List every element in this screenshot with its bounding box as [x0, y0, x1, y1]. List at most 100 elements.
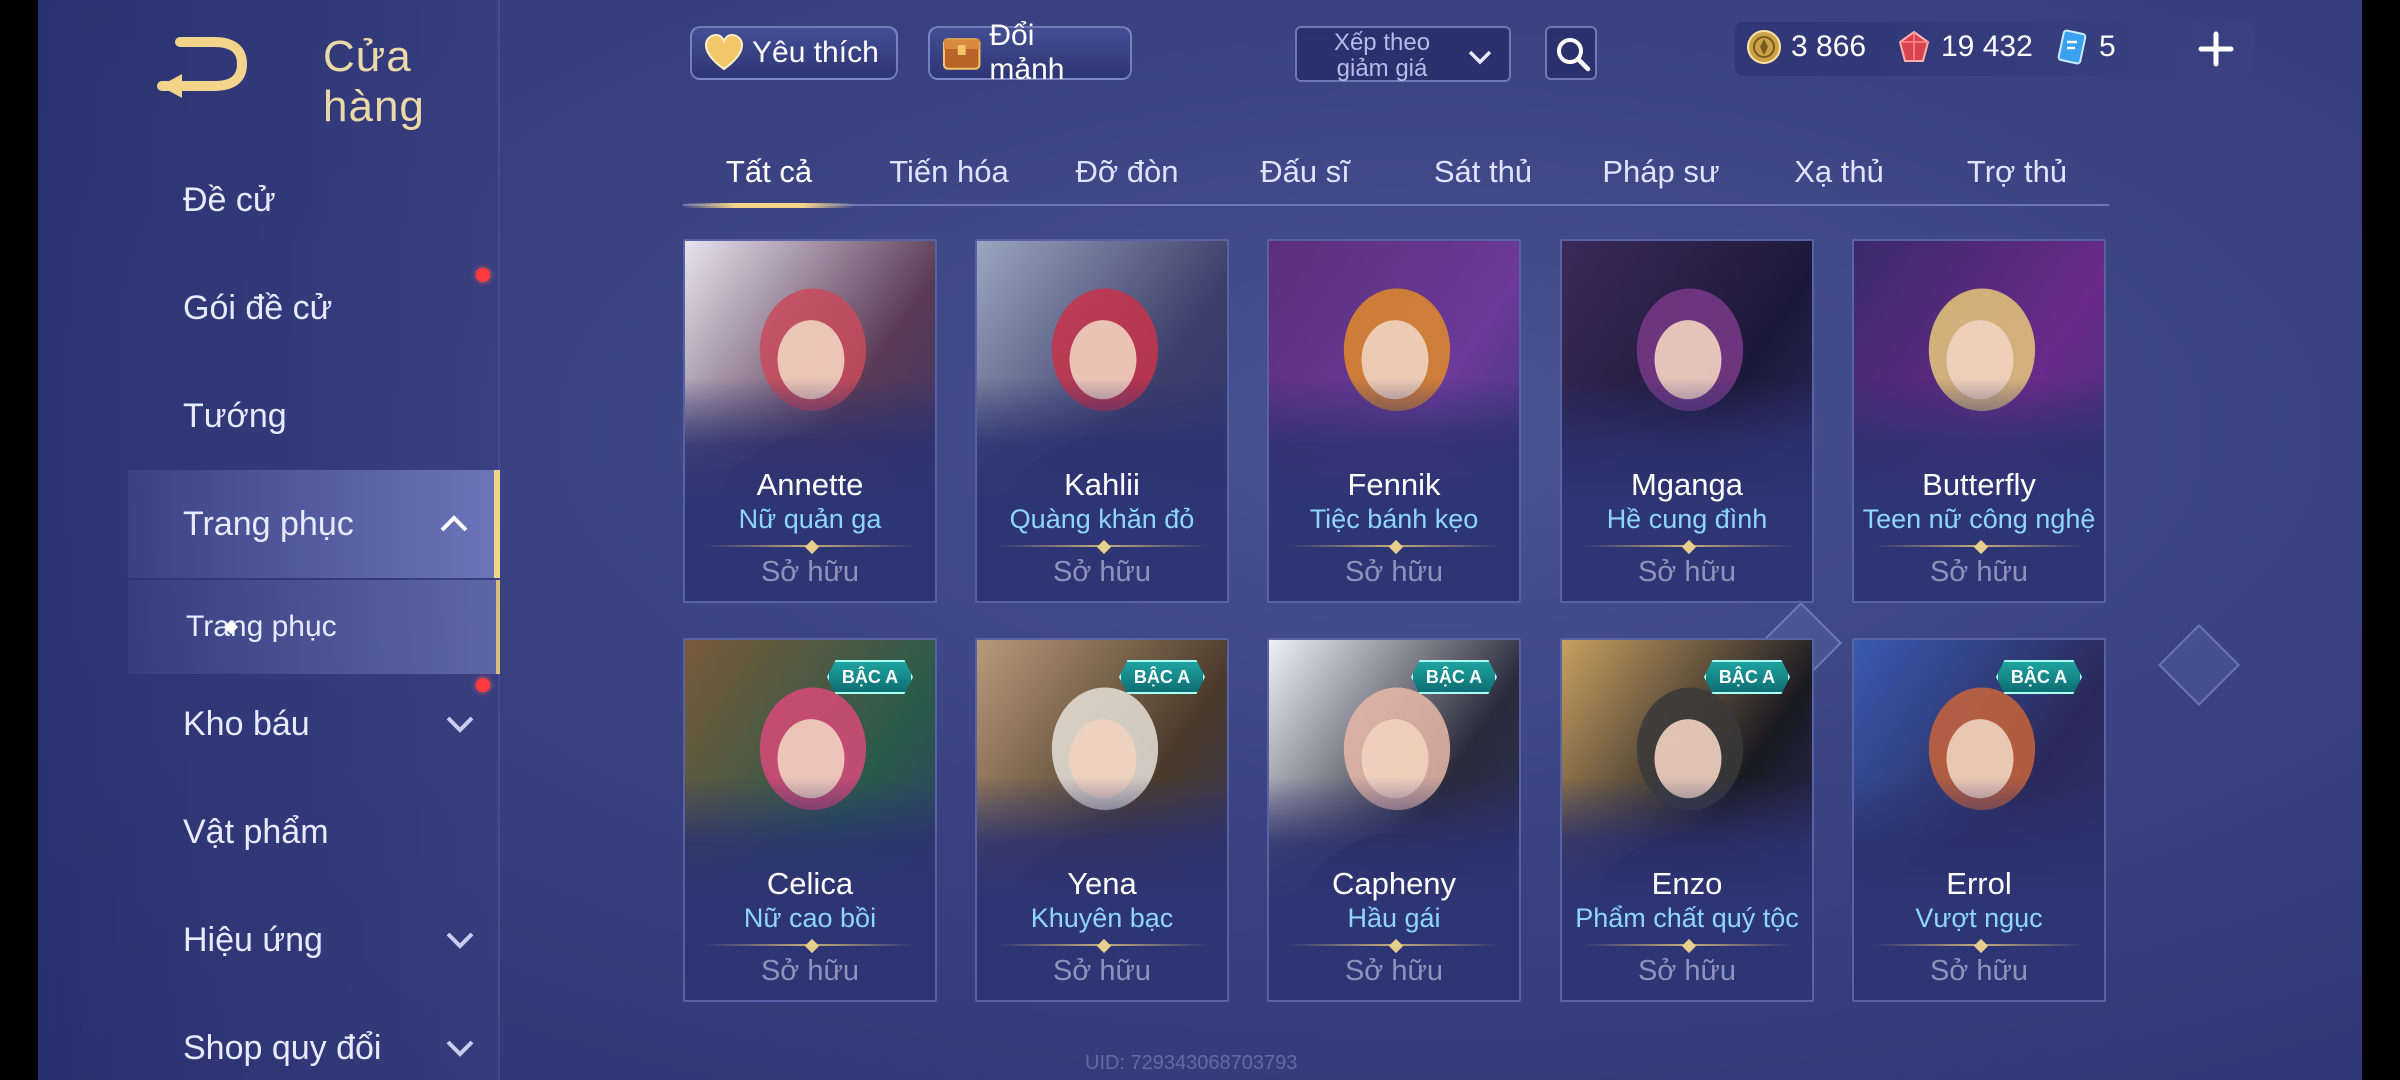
heart-icon [704, 33, 744, 71]
back-arrow-icon [157, 37, 248, 98]
sidebar-item-heroes[interactable]: Tướng [128, 362, 500, 470]
hero-name: Celica [766, 866, 854, 901]
sidebar-item-label: Tướng [183, 396, 287, 435]
skin-card[interactable]: Enzo Phẩm chất quý tộc Sở hữu BẬC A [1560, 638, 1814, 1002]
screen-edge-left [0, 0, 38, 1080]
tab-mage[interactable]: Pháp sư [1575, 140, 1747, 204]
hero-name: Enzo [1651, 866, 1723, 901]
screen: Cửa hàng Đề cử Gói đề cử Tướng Trang phụ… [0, 0, 2400, 1080]
role-tabs: Tất cả Tiến hóa Đỡ đòn Đấu sĩ Sát thủ Ph… [683, 140, 2109, 208]
sidebar-item-label: Đề cử [183, 180, 276, 219]
skin-card[interactable]: Butterfly Teen nữ công nghệ Sở hữu [1852, 239, 2106, 603]
sidebar-item-effects[interactable]: Hiệu ứng [128, 886, 500, 994]
skin-card[interactable]: Yena Khuyên bạc Sở hữu BẬC A [975, 638, 1229, 1002]
sidebar-item-treasure[interactable]: Kho báu [128, 670, 500, 778]
sidebar: Cửa hàng Đề cử Gói đề cử Tướng Trang phụ… [38, 0, 500, 1080]
ruby-icon [1898, 30, 1930, 62]
add-currency-button[interactable] [2195, 28, 2237, 70]
sidebar-item-skins[interactable]: Trang phục [128, 470, 500, 578]
ownership-status: Sở hữu [1344, 955, 1444, 987]
skin-card[interactable]: Celica Nữ cao bồi Sở hữu BẬC A [683, 638, 937, 1002]
hero-name: Annette [756, 467, 864, 502]
chevron-down-icon [446, 932, 474, 949]
skin-name: Hề cung đình [1606, 504, 1768, 534]
skin-name: Khuyên bạc [1030, 903, 1174, 933]
tab-marksman[interactable]: Xạ thủ [1753, 140, 1925, 204]
chevron-up-icon [440, 515, 468, 532]
gold-coin-icon [1747, 30, 1781, 64]
tab-warrior[interactable]: Đấu sĩ [1219, 140, 1391, 204]
sort-dropdown-value: Xếp theo giảm giá [1333, 29, 1431, 82]
skin-card[interactable]: Errol Vượt ngục Sở hữu BẬC A [1852, 638, 2106, 1002]
sidebar-item-label: Kho báu [183, 704, 310, 743]
skin-card[interactable]: Capheny Hầu gái Sở hữu BẬC A [1267, 638, 1521, 1002]
sidebar-item-label: Shop quy đổi [183, 1028, 382, 1067]
skin-card[interactable]: Annette Nữ quản ga Sở hữu [683, 239, 937, 603]
skin-name: Quàng khăn đỏ [1009, 504, 1195, 534]
skin-name: Nữ cao bồi [743, 903, 877, 933]
search-icon [1557, 38, 1591, 72]
hero-name: Errol [1946, 866, 2012, 901]
favorites-label: Yêu thích [752, 36, 879, 69]
chevron-down-icon [446, 1040, 474, 1057]
ruby-currency: 19 432 [1895, 28, 2033, 66]
ownership-status: Sở hữu [760, 955, 860, 987]
sidebar-item-label: Gói đề cử [183, 288, 333, 327]
ownership-status: Sở hữu [760, 556, 860, 588]
tab-assassin[interactable]: Sát thủ [1397, 140, 1569, 204]
tier-badge: BẬC A [1996, 660, 2082, 694]
tab-evolution[interactable]: Tiến hóa [863, 140, 1035, 204]
ownership-status: Sở hữu [1637, 556, 1737, 588]
ownership-status: Sở hữu [1929, 556, 2029, 588]
hero-name: Butterfly [1922, 467, 2036, 502]
skin-card[interactable]: Fennik Tiệc bánh kẹo Sở hữu [1267, 239, 1521, 603]
chevron-down-icon [1468, 50, 1492, 65]
skin-name: Hầu gái [1347, 903, 1441, 933]
ownership-status: Sở hữu [1637, 955, 1737, 987]
tier-badge: BẬC A [1119, 660, 1205, 694]
sidebar-subitem-skins[interactable]: Trang phục [128, 580, 500, 674]
sidebar-item-label: Hiệu ứng [183, 920, 323, 959]
currency-bar: 3 866 19 432 5 [1735, 22, 2255, 76]
skin-name: Tiệc bánh kẹo [1309, 504, 1479, 534]
ruby-amount: 19 432 [1941, 30, 2033, 63]
favorites-button[interactable]: Yêu thích [690, 26, 898, 80]
tier-badge: BẬC A [1411, 660, 1497, 694]
screen-edge-right [2362, 0, 2400, 1080]
back-button[interactable] [150, 28, 260, 98]
skin-name: Teen nữ công nghệ [1862, 504, 2096, 534]
sidebar-item-exchange-shop[interactable]: Shop quy đổi [128, 994, 500, 1080]
ownership-status: Sở hữu [1052, 955, 1152, 987]
tab-support[interactable]: Trợ thủ [1931, 140, 2103, 204]
sidebar-item-items[interactable]: Vật phẩm [128, 778, 500, 886]
shard-exchange-button[interactable]: Đổi mảnh [928, 19, 1132, 86]
ownership-status: Sở hữu [1052, 556, 1152, 588]
search-button[interactable] [1545, 26, 1597, 80]
skin-card[interactable]: Mganga Hề cung đình Sở hữu [1560, 239, 1814, 603]
hero-name: Capheny [1331, 866, 1457, 901]
skin-card[interactable]: Kahlii Quàng khăn đỏ Sở hữu [975, 239, 1229, 603]
hero-name: Kahlii [1064, 467, 1140, 502]
sidebar-item-label: Trang phục [183, 504, 354, 543]
sidebar-item-featured[interactable]: Đề cử [128, 146, 500, 254]
sidebar-item-featured-bundles[interactable]: Gói đề cử [128, 254, 500, 362]
hero-name: Yena [1067, 866, 1137, 901]
tier-badge: BẬC A [827, 660, 913, 694]
ownership-status: Sở hữu [1344, 556, 1444, 588]
gold-amount: 3 866 [1791, 30, 1867, 63]
shard-chest-icon [942, 38, 981, 70]
uid-label: UID: 729343068703793 [1085, 1052, 1298, 1074]
skin-name: Nữ quản ga [738, 504, 882, 534]
notification-dot [476, 678, 490, 692]
voucher-card-icon [2057, 29, 2087, 65]
tab-tank[interactable]: Đỡ đòn [1041, 140, 1213, 204]
hero-name: Fennik [1347, 467, 1441, 502]
voucher-amount: 5 [2099, 30, 2116, 63]
voucher-currency: 5 [2053, 28, 2116, 66]
sort-dropdown[interactable]: Xếp theo giảm giá [1295, 26, 1511, 82]
tab-all[interactable]: Tất cả [683, 140, 855, 208]
hero-name: Mganga [1630, 467, 1744, 502]
ownership-status: Sở hữu [1929, 955, 2029, 987]
skin-name: Vượt ngục [1915, 903, 2043, 933]
shard-exchange-label: Đổi mảnh [989, 19, 1065, 86]
